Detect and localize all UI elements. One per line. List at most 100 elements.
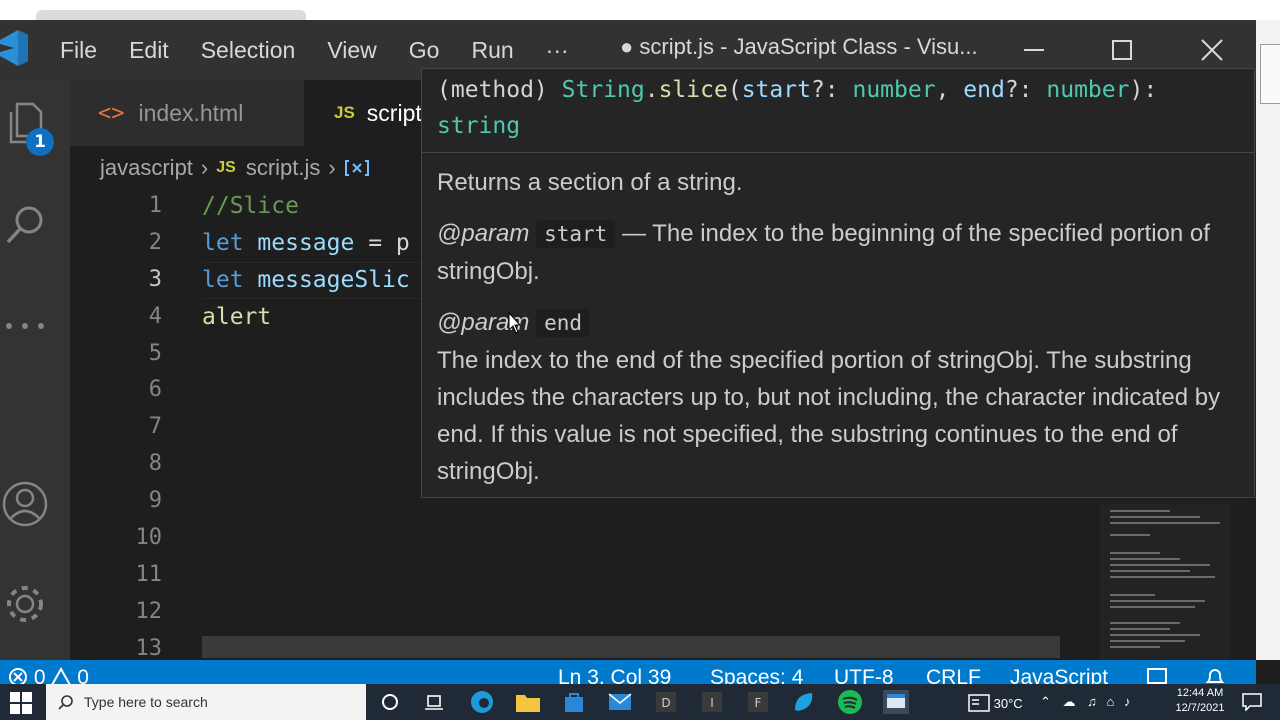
symbol-variable-icon[interactable] [344, 158, 370, 178]
sig-param-type: number [852, 77, 936, 103]
store-icon[interactable] [560, 688, 588, 716]
news-widget-icon[interactable] [968, 694, 990, 712]
app-blue-icon[interactable] [790, 688, 818, 716]
html-file-icon: <> [98, 100, 125, 126]
accounts-button[interactable] [0, 474, 50, 534]
search-icon [58, 695, 73, 710]
problems-indicator[interactable]: 0 0 [8, 666, 89, 684]
sig-part: ?: [810, 77, 853, 103]
spotify-icon[interactable] [836, 688, 864, 716]
minimap-line [1110, 552, 1160, 554]
chevron-right-icon: › [328, 155, 336, 180]
menu-more[interactable]: ··· [530, 37, 585, 64]
maximize-icon [1112, 40, 1132, 60]
background-browser-strip [0, 0, 1280, 20]
taskbar-search-box[interactable]: Type here to search [46, 684, 366, 720]
background-browser-tab [36, 10, 306, 20]
network-icon[interactable]: ⌂ [1107, 694, 1115, 709]
windows-start-icon[interactable] [10, 692, 32, 714]
chevron-up-icon[interactable]: ⌃ [1040, 694, 1051, 709]
manage-button[interactable] [0, 574, 50, 634]
minimap-line [1110, 600, 1205, 602]
task-view-icon[interactable] [420, 688, 448, 716]
svg-text:D: D [661, 696, 670, 710]
line-number: 1 [148, 193, 162, 218]
search-button[interactable] [0, 194, 50, 254]
svg-text:F: F [755, 696, 762, 710]
hover-signature: (method) String.slice(start?: number, en… [437, 72, 1237, 144]
line-number: 4 [148, 303, 162, 329]
sig-param: end [963, 77, 1005, 103]
sig-part: , [935, 77, 964, 103]
menu-go[interactable]: Go [393, 37, 456, 64]
taskbar-clock[interactable]: 12:44 AM 12/7/2021 [1168, 686, 1232, 716]
menu-file[interactable]: File [44, 37, 113, 64]
param-name: end [536, 309, 590, 337]
vscode-taskbar-icon[interactable] [882, 688, 910, 716]
weather-temperature[interactable]: 30°C [994, 696, 1023, 711]
breadcrumb-folder[interactable]: javascript [100, 155, 193, 181]
param-name: start [536, 220, 616, 248]
tab-label: index.html [138, 99, 244, 126]
param-tag: @param [437, 220, 530, 247]
app-d-icon[interactable]: D [652, 688, 680, 716]
microphone-icon[interactable]: ♫ [1087, 694, 1097, 709]
breadcrumb-file[interactable]: script.js [246, 155, 321, 181]
chevron-right-icon: › [200, 155, 209, 180]
minimap[interactable] [1100, 504, 1230, 660]
sig-return-type: string [437, 113, 521, 139]
notifications-icon[interactable] [1238, 688, 1266, 716]
clock-date: 12/7/2021 [1175, 702, 1225, 714]
indentation[interactable]: Spaces: 4 [710, 666, 803, 684]
minimap-line [1110, 640, 1185, 642]
language-mode[interactable]: JavaScript [1010, 666, 1108, 684]
feedback-icon[interactable] [1146, 666, 1170, 684]
minimap-line [1110, 570, 1190, 572]
minimap-line [1110, 622, 1180, 624]
code-line-1: //Slice [202, 188, 410, 225]
system-tray: 30°C [968, 694, 1023, 712]
warning-count: 0 [77, 666, 89, 684]
line-number: 11 [135, 561, 163, 587]
cursor-position[interactable]: Ln 3, Col 39 [558, 666, 671, 684]
bell-icon[interactable] [1204, 666, 1226, 684]
volume-icon[interactable]: ♪ [1124, 694, 1131, 709]
warning-icon [51, 666, 71, 684]
code-line-2: let message = p [202, 225, 410, 262]
minimap-line [1110, 646, 1160, 648]
ellipsis-icon [6, 323, 44, 329]
file-explorer-icon[interactable] [514, 688, 542, 716]
hover-summary: Returns a section of a string. [437, 169, 743, 196]
edge-browser-icon[interactable] [468, 688, 496, 716]
horizontal-scrollbar[interactable] [202, 636, 1060, 658]
breadcrumb: javascript › JS script.js › [100, 150, 370, 186]
minimap-line [1110, 558, 1180, 560]
menu-view[interactable]: View [311, 37, 392, 64]
sig-part: ( [727, 77, 742, 103]
line-number: 5 [148, 340, 162, 366]
sig-type: String [561, 77, 645, 103]
onedrive-icon[interactable]: ☁ [1063, 694, 1076, 709]
hover-param-start: @param start — The index to the beginnin… [437, 215, 1227, 290]
menu-selection[interactable]: Selection [185, 37, 312, 64]
menu-edit[interactable]: Edit [113, 37, 185, 64]
encoding[interactable]: UTF-8 [834, 666, 894, 684]
code-keyword: let [202, 229, 244, 256]
app-i-icon[interactable]: I [698, 688, 726, 716]
tab-index-html[interactable]: <> index.html [70, 80, 304, 146]
sig-param: start [741, 77, 811, 103]
js-file-icon: JS [216, 159, 236, 176]
cortana-icon[interactable] [376, 688, 404, 716]
mail-icon[interactable] [606, 688, 634, 716]
menu-run[interactable]: Run [455, 37, 529, 64]
app-f-icon[interactable]: F [744, 688, 772, 716]
svg-text:I: I [710, 696, 714, 710]
code-variable: message [257, 229, 355, 256]
minimap-line [1110, 510, 1170, 512]
hover-divider [422, 152, 1254, 153]
sig-param-type: number [1046, 77, 1130, 103]
line-ending[interactable]: CRLF [926, 666, 981, 684]
line-number: 3 [148, 266, 162, 292]
more-views-button[interactable] [0, 296, 50, 356]
code-line-4: alert [202, 299, 410, 336]
